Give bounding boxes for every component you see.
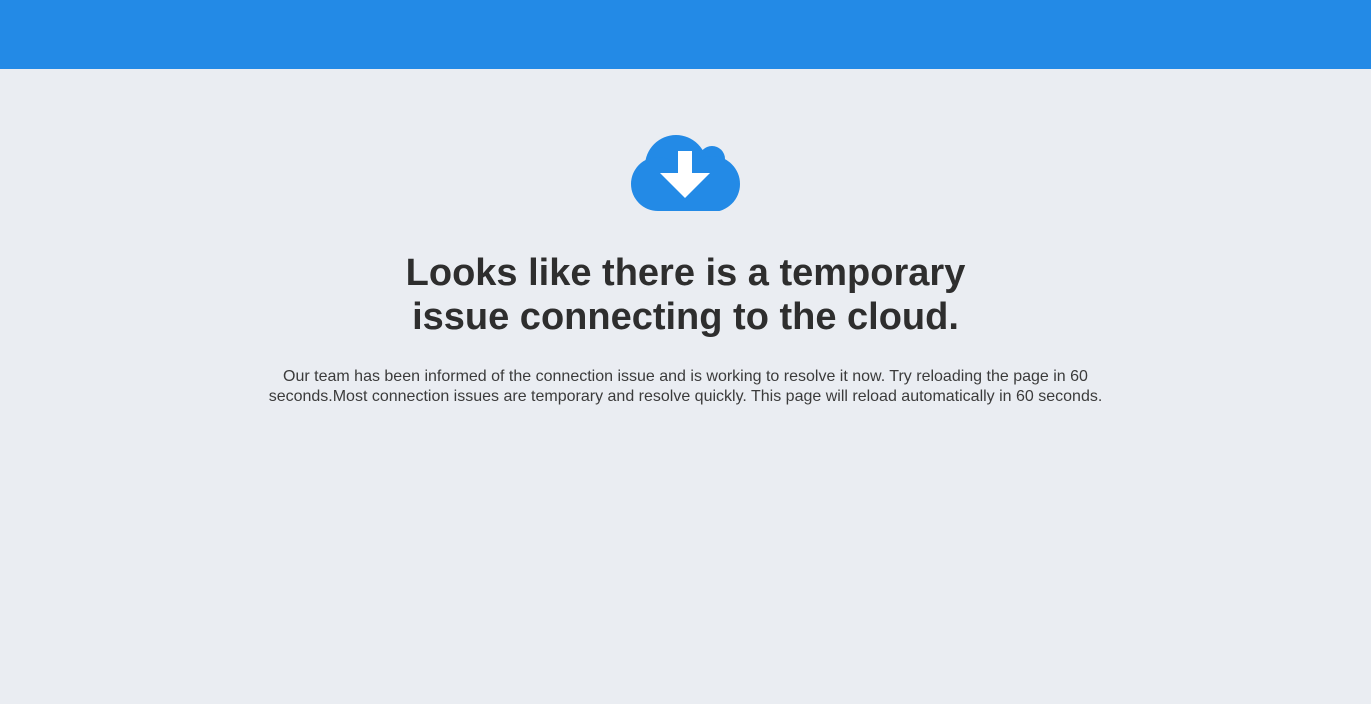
cloud-download-icon	[630, 129, 742, 211]
top-bar	[0, 0, 1371, 69]
error-content: Looks like there is a temporary issue co…	[0, 69, 1371, 407]
error-title: Looks like there is a temporary issue co…	[405, 252, 966, 338]
error-message: Our team has been informed of the connec…	[268, 368, 1103, 405]
